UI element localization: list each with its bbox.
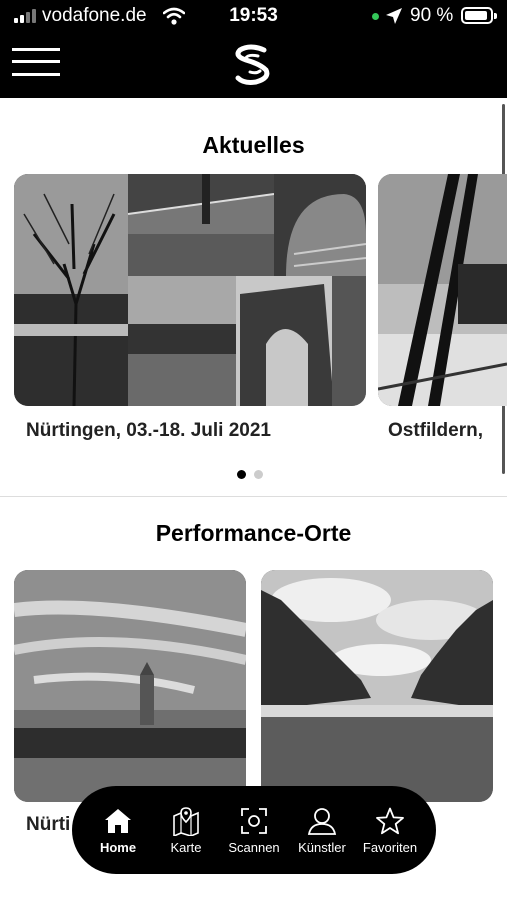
location-card-park[interactable]	[261, 570, 493, 802]
location-caption-1[interactable]: Nürti	[26, 814, 70, 836]
brand-logo-icon[interactable]	[230, 44, 276, 86]
news-caption-2[interactable]: Ostfildern,	[388, 420, 483, 442]
map-icon	[172, 805, 200, 837]
carousel-pager[interactable]	[237, 470, 263, 479]
nav-favoriten[interactable]: Favoriten	[358, 805, 422, 855]
user-icon	[307, 805, 337, 837]
bottom-navigation: Home Karte Scannen Künstler Favoriten	[72, 786, 436, 874]
scan-icon	[240, 805, 268, 837]
nav-label-home: Home	[99, 840, 137, 855]
location-active-dot	[372, 13, 379, 20]
battery-percent: 90 %	[410, 5, 454, 26]
nav-label-scannen: Scannen	[228, 840, 280, 855]
news-card-ostfildern[interactable]	[378, 174, 507, 406]
news-card-nuertingen[interactable]	[14, 174, 366, 406]
app-header: vodafone.de 19:53 90 %	[0, 0, 507, 98]
nav-kuenstler[interactable]: Künstler	[290, 805, 354, 855]
section-title-aktuelles: Aktuelles	[202, 132, 305, 158]
location-arrow-icon	[386, 8, 402, 24]
home-icon	[104, 805, 132, 837]
nav-label-karte: Karte	[170, 840, 202, 855]
nav-label-favoriten: Favoriten	[362, 840, 418, 855]
status-bar: vodafone.de 19:53 90 %	[0, 0, 507, 34]
nav-label-kuenstler: Künstler	[298, 840, 346, 855]
star-icon	[375, 805, 405, 837]
section-title-performance-orte: Performance-Orte	[155, 520, 352, 546]
location-card-nuertingen[interactable]	[14, 570, 246, 802]
section-divider	[0, 496, 507, 497]
main-scroll-area[interactable]: Aktuelles Nürtingen, 03.-18. Juli 2021 O…	[0, 98, 507, 900]
nav-karte[interactable]: Karte	[154, 805, 218, 855]
battery-icon	[461, 7, 497, 24]
hamburger-menu-icon[interactable]	[12, 46, 60, 78]
nav-scannen[interactable]: Scannen	[222, 805, 286, 855]
news-caption-1[interactable]: Nürtingen, 03.-18. Juli 2021	[26, 420, 271, 442]
pager-dot-active[interactable]	[237, 470, 246, 479]
pager-dot[interactable]	[254, 470, 263, 479]
nav-home[interactable]: Home	[86, 805, 150, 855]
